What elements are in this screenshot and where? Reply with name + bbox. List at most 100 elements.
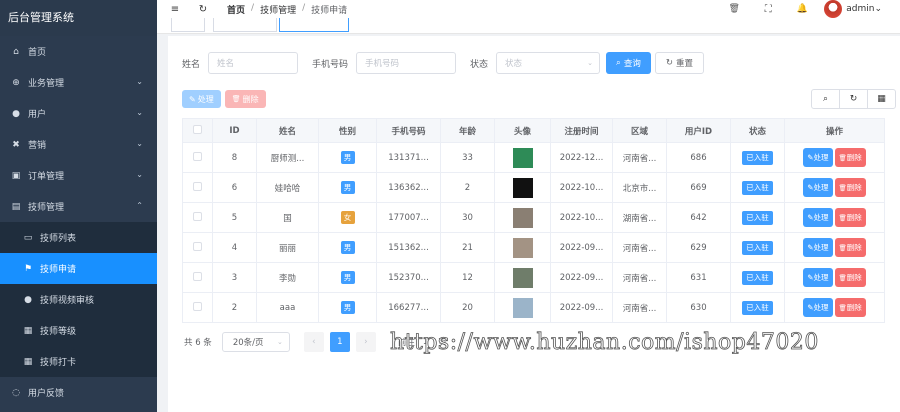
cell-phone: 152370... [376,262,441,293]
row-process-label: 处理 [813,273,829,282]
next-page-button[interactable]: › [355,332,376,352]
row-process-button[interactable]: ✎ 处理 [803,268,833,287]
row-delete-button[interactable]: 🗑 删除 [834,178,866,197]
cell-user-id: 686 [666,142,731,173]
cell-operations: ✎ 处理 🗑 删除 [784,172,885,203]
sidebar-subitem-4[interactable]: ▦ 技师打卡 [0,346,157,377]
prev-page-button[interactable]: ‹ [303,332,324,352]
user-menu[interactable]: admin⌄ [846,4,882,14]
table-header-cell: 姓名 [256,118,319,143]
table-header-cell: 用户ID [666,118,731,143]
cell-register-time: 2022-09... [550,292,613,323]
sidebar-item-4[interactable]: ▣ 订单管理 ⌄ [0,160,157,191]
fullscreen-icon[interactable]: ⛶ [760,4,776,15]
breadcrumb-separator: / [302,2,306,13]
name-input[interactable]: 姓名 [208,52,299,74]
batch-process-button[interactable]: ✎ 处理 [182,90,221,108]
toggle-search-button[interactable]: ⌕ [811,89,840,109]
cell-register-time: 2022-10... [550,202,613,233]
avatar-thumbnail[interactable] [512,237,533,258]
row-checkbox[interactable] [193,241,202,251]
cell-area: 河南省... [612,232,667,263]
bell-icon[interactable]: 🔔 [794,4,810,14]
avatar-thumbnail[interactable] [512,147,533,168]
search-button[interactable]: ⌕ 查询 [606,52,651,74]
avatar-thumbnail[interactable] [512,207,533,228]
home-icon: ⌂ [13,46,19,57]
row-checkbox[interactable] [193,151,202,161]
sidebar-item-2[interactable]: ● 用户 ⌄ [0,98,157,129]
trash-icon: 🗑 [838,273,847,282]
row-delete-button[interactable]: 🗑 删除 [834,298,866,317]
sidebar-item-0[interactable]: ⌂ 首页 [0,36,157,67]
avatar-thumbnail[interactable] [512,297,533,318]
cell-age: 12 [440,262,495,293]
tag-tab-active[interactable] [279,18,349,32]
cell-avatar [494,292,551,323]
avatar-thumbnail[interactable] [512,177,533,198]
row-delete-label: 删除 [846,183,862,192]
phone-input[interactable]: 手机号码 [356,52,457,74]
chevron-down-icon: ⌄ [276,338,283,346]
person-icon: ● [24,294,32,305]
sidebar-item-feedback[interactable]: ◌ 用户反馈 [0,377,157,408]
sidebar-subitem-1[interactable]: ⚑ 技师申请 [0,253,157,284]
sidebar-subitem-0[interactable]: ▭ 技师列表 [0,222,157,253]
status-select[interactable]: 状态 ⌄ [496,52,601,74]
reset-button-label: 重置 [675,59,693,69]
row-delete-button[interactable]: 🗑 删除 [834,238,866,257]
sidebar-item-5[interactable]: ▤ 技师管理 ⌃ [0,191,157,222]
chevron-left-icon: ‹ [312,337,316,347]
trash-icon[interactable]: 🗑 [726,4,742,14]
row-process-button[interactable]: ✎ 处理 [803,208,833,227]
name-placeholder: 姓名 [217,59,235,69]
tag-tab[interactable] [213,18,277,32]
sidebar-item-3[interactable]: ✖ 营销 ⌄ [0,129,157,160]
avatar-thumbnail[interactable] [512,267,533,288]
chevron-down-icon: ⌄ [136,108,143,117]
page-number-current[interactable]: 1 [329,332,350,352]
row-delete-button[interactable]: 🗑 删除 [834,148,866,167]
sidebar-subitem-3[interactable]: ▦ 技师等级 [0,315,157,346]
checkbox-cell [182,262,213,293]
row-process-label: 处理 [813,183,829,192]
avatar[interactable] [824,0,843,18]
breadcrumb-home[interactable]: 首页 [227,3,245,16]
menu-toggle-icon[interactable]: ≡ [167,4,183,15]
sidebar-subitem-2[interactable]: ● 技师视频审核 [0,284,157,315]
cell-name: 厨师测... [256,142,319,173]
row-process-label: 处理 [813,213,829,222]
row-checkbox[interactable] [193,301,202,311]
cell-area: 湖南省... [612,202,667,233]
refresh-table-button[interactable]: ↻ [839,89,868,109]
row-delete-label: 删除 [846,153,862,162]
batch-delete-button[interactable]: 🗑 删除 [224,90,266,108]
trash-icon: 🗑 [838,153,847,162]
page-size-select[interactable]: 20条/页 ⌄ [221,332,290,352]
sex-tag: 女 [340,211,355,224]
row-checkbox[interactable] [193,211,202,221]
cell-user-id: 631 [666,262,731,293]
trash-icon: 🗑 [231,95,241,103]
row-process-button[interactable]: ✎ 处理 [803,238,833,257]
table-header-cell: 头像 [494,118,551,143]
row-delete-button[interactable]: 🗑 删除 [834,268,866,287]
row-checkbox[interactable] [193,271,202,281]
breadcrumb: 首页 / 技师管理 / 技师申请 [227,3,347,16]
table-header-row: ID 姓名 性别 手机号码 年龄 头像 注册时间 区域 用户ID 状态 操作 [182,118,885,143]
row-process-button[interactable]: ✎ 处理 [803,148,833,167]
columns-button[interactable]: ▦ [867,89,896,109]
row-delete-button[interactable]: 🗑 删除 [834,208,866,227]
refresh-icon: ↻ [849,94,858,104]
refresh-icon[interactable]: ↻ [195,4,211,15]
row-process-button[interactable]: ✎ 处理 [803,178,833,197]
tag-tab[interactable] [171,18,205,32]
cell-area: 北京市... [612,172,667,203]
phone-label: 手机号码 [312,59,349,70]
reset-button[interactable]: ↻ 重置 [654,52,704,74]
row-checkbox[interactable] [193,181,202,191]
row-process-button[interactable]: ✎ 处理 [803,298,833,317]
select-all-checkbox[interactable] [193,124,202,134]
sidebar-subitem-label: 技师等级 [40,327,77,337]
sidebar-item-1[interactable]: ⊕ 业务管理 ⌄ [0,67,157,98]
